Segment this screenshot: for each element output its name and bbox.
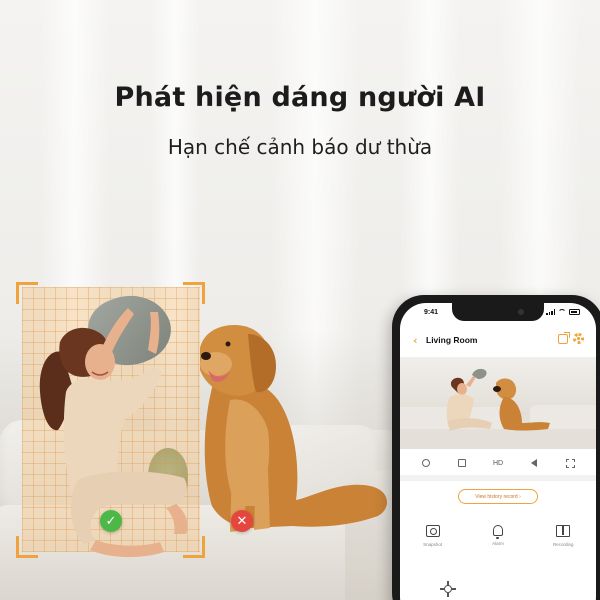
cross-icon: ✕ <box>231 510 253 532</box>
feature-row: Snapshot Alarm Recording <box>400 525 596 565</box>
snapshot-button[interactable]: Snapshot <box>408 525 458 565</box>
alarm-button[interactable]: Alarm <box>473 525 523 565</box>
view-history-button[interactable]: View history record › <box>458 489 538 504</box>
player-controls: HD <box>400 453 596 473</box>
status-time: 9:41 <box>424 309 439 316</box>
phone-screen: 9:41 ‹ Living Room HD View history recor… <box>400 303 596 600</box>
feature-label: Recording <box>553 542 574 547</box>
check-icon: ✓ <box>100 510 122 532</box>
detection-corner-bottom-right <box>183 536 205 558</box>
wifi-icon <box>558 309 566 315</box>
phone-mockup: 9:41 ‹ Living Room HD View history recor… <box>392 295 600 600</box>
detection-corner-top-right <box>183 282 205 304</box>
section-divider <box>400 475 596 481</box>
page-title: Phát hiện dáng người AI <box>114 82 486 113</box>
gear-icon[interactable] <box>573 333 584 344</box>
record-icon[interactable] <box>419 456 433 470</box>
detection-corner-top-left <box>16 282 38 304</box>
detection-corner-bottom-left <box>16 536 38 558</box>
ptz-dpad-icon[interactable] <box>440 581 456 597</box>
bell-icon <box>492 525 503 539</box>
hd-quality-button[interactable]: HD <box>491 456 505 470</box>
battery-icon <box>569 309 580 315</box>
feature-label: Snapshot <box>423 542 443 547</box>
fullscreen-icon[interactable] <box>563 456 577 470</box>
feature-label: Alarm <box>492 541 504 546</box>
recording-button[interactable]: Recording <box>538 525 588 565</box>
sound-icon[interactable] <box>527 456 541 470</box>
status-icons <box>546 309 580 315</box>
app-header: ‹ Living Room <box>400 331 596 351</box>
signal-icon <box>546 309 555 315</box>
share-icon[interactable] <box>558 332 570 344</box>
camera-live-view[interactable] <box>400 357 596 449</box>
back-icon[interactable]: ‹ <box>413 334 418 347</box>
phone-notch <box>452 303 544 321</box>
camera-icon <box>425 525 440 537</box>
room-title: Living Room <box>426 335 478 345</box>
page-subtitle: Hạn chế cảnh báo dư thừa <box>167 135 433 159</box>
live-view-scene <box>400 368 596 449</box>
screenshot-small-icon[interactable] <box>455 456 469 470</box>
album-icon <box>556 525 571 537</box>
